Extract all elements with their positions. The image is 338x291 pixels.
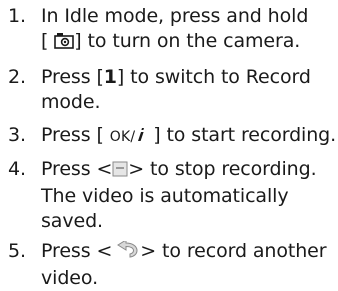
step-line: Press [ OK/ ] to start recording.: [41, 123, 337, 150]
internet-i-icon: [135, 125, 147, 150]
step-line: Press < > to stop recording.: [41, 157, 334, 184]
back-arrow-icon: [112, 239, 140, 266]
step-text: Press [1] to switch to Record mode.: [41, 65, 334, 115]
step-line: mode.: [41, 91, 101, 113]
step-line: saved.: [41, 210, 103, 232]
step-number: 2.: [8, 66, 26, 88]
step-text: In Idle mode, press and hold [ ] to turn…: [41, 4, 334, 56]
step-text-post: > to stop recording.: [128, 158, 317, 180]
step-number: 5.: [8, 240, 26, 262]
instruction-list: 1. In Idle mode, press and hold [ ] to t…: [0, 0, 338, 289]
step-text: Press < > to record another video.: [41, 239, 334, 291]
step-text: Press [ OK/ ] to start recording.: [41, 123, 337, 150]
step-text-post: ] to start recording.: [153, 124, 337, 146]
step-text: Press < > to stop recording. The video i…: [41, 157, 334, 234]
step-text-post: > to record another: [140, 240, 327, 262]
key-1-label: 1: [103, 66, 117, 88]
camera-key-icon: [54, 31, 75, 56]
step-line: The video is automatically: [41, 185, 289, 207]
step-line: [ ] to turn on the camera.: [41, 29, 334, 56]
step-line: Press < > to record another: [41, 239, 334, 266]
step-text-pre: Press [: [41, 66, 104, 88]
step-line-tail: to turn on the camera.: [87, 30, 301, 52]
ok-key-label: OK/: [109, 129, 136, 145]
step-number: 3.: [8, 124, 26, 146]
step-number: 4.: [8, 158, 26, 180]
step-line: Press [1] to switch to Record: [41, 65, 334, 90]
step-text-pre: Press <: [41, 240, 113, 262]
step-text-pre: Press <: [41, 158, 113, 180]
step-number: 1.: [8, 5, 26, 27]
step-line: video.: [41, 267, 99, 289]
step-text-post: ] to switch to Record: [116, 66, 311, 88]
step-line: In Idle mode, press and hold: [41, 5, 309, 27]
softkey-square-icon: [112, 159, 128, 184]
step-text-pre: Press [: [41, 124, 104, 146]
